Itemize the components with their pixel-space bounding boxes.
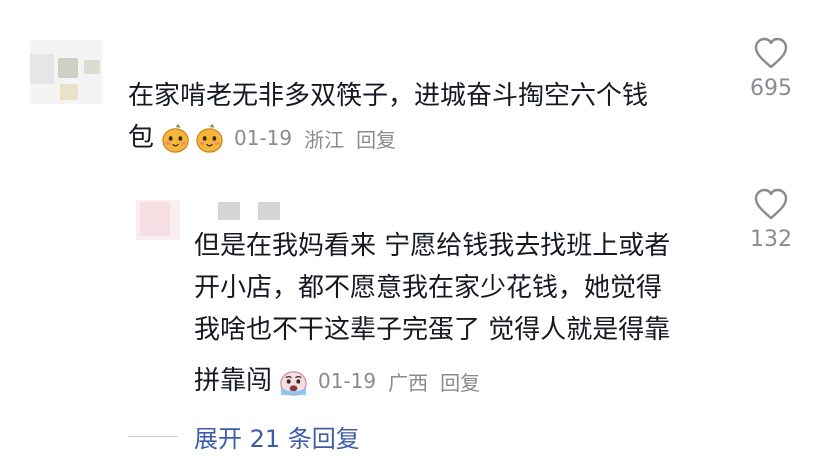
reply-text-line-3: 我啥也不干这辈子完蛋了 觉得人就是得靠 bbox=[194, 315, 671, 345]
heart-icon[interactable] bbox=[753, 36, 789, 70]
comment-location: 浙江 bbox=[304, 127, 345, 152]
heart-icon[interactable] bbox=[753, 187, 789, 221]
comment-meta: 01-19 浙江 回复 bbox=[160, 120, 396, 156]
commenter-avatar[interactable] bbox=[30, 40, 102, 104]
comment-text-line-1: 在家啃老无非多双筷子，进城奋斗掏空六个钱 bbox=[128, 81, 649, 111]
reply-text-line-1: 但是在我妈看来 宁愿给钱我去找班上或者 bbox=[194, 231, 671, 261]
comment-reply-button[interactable]: 回复 bbox=[356, 124, 396, 153]
reply-text-line-2: 开小店，都不愿意我在家少花钱，她觉得 bbox=[194, 273, 663, 303]
mango-face-emoji-icon bbox=[160, 123, 191, 154]
comment-date: 01-19 bbox=[234, 126, 293, 150]
reply-date: 01-19 bbox=[318, 369, 377, 393]
reply-reply-button[interactable]: 回复 bbox=[440, 367, 480, 396]
mango-face-emoji-icon bbox=[194, 123, 225, 154]
reply-like-count: 132 bbox=[750, 227, 792, 252]
expand-replies-label[interactable]: 展开 21 条回复 bbox=[194, 419, 360, 454]
expand-replies-button[interactable]: 展开 21 条回复 bbox=[128, 419, 360, 454]
comment-text-line-2: 包 bbox=[128, 123, 155, 153]
replier-avatar[interactable] bbox=[136, 200, 180, 240]
comment-like-count: 695 bbox=[750, 76, 792, 101]
comment-like[interactable]: 695 bbox=[750, 36, 792, 101]
reply-location: 广西 bbox=[388, 370, 429, 395]
reply-text-line-4: 拼靠闯 bbox=[194, 366, 273, 396]
replier-name[interactable] bbox=[218, 202, 282, 220]
crying-face-emoji-icon bbox=[278, 366, 309, 397]
reply-meta: 01-19 广西 回复 bbox=[278, 363, 480, 399]
reply-like[interactable]: 132 bbox=[750, 187, 792, 252]
expand-divider bbox=[128, 435, 178, 437]
